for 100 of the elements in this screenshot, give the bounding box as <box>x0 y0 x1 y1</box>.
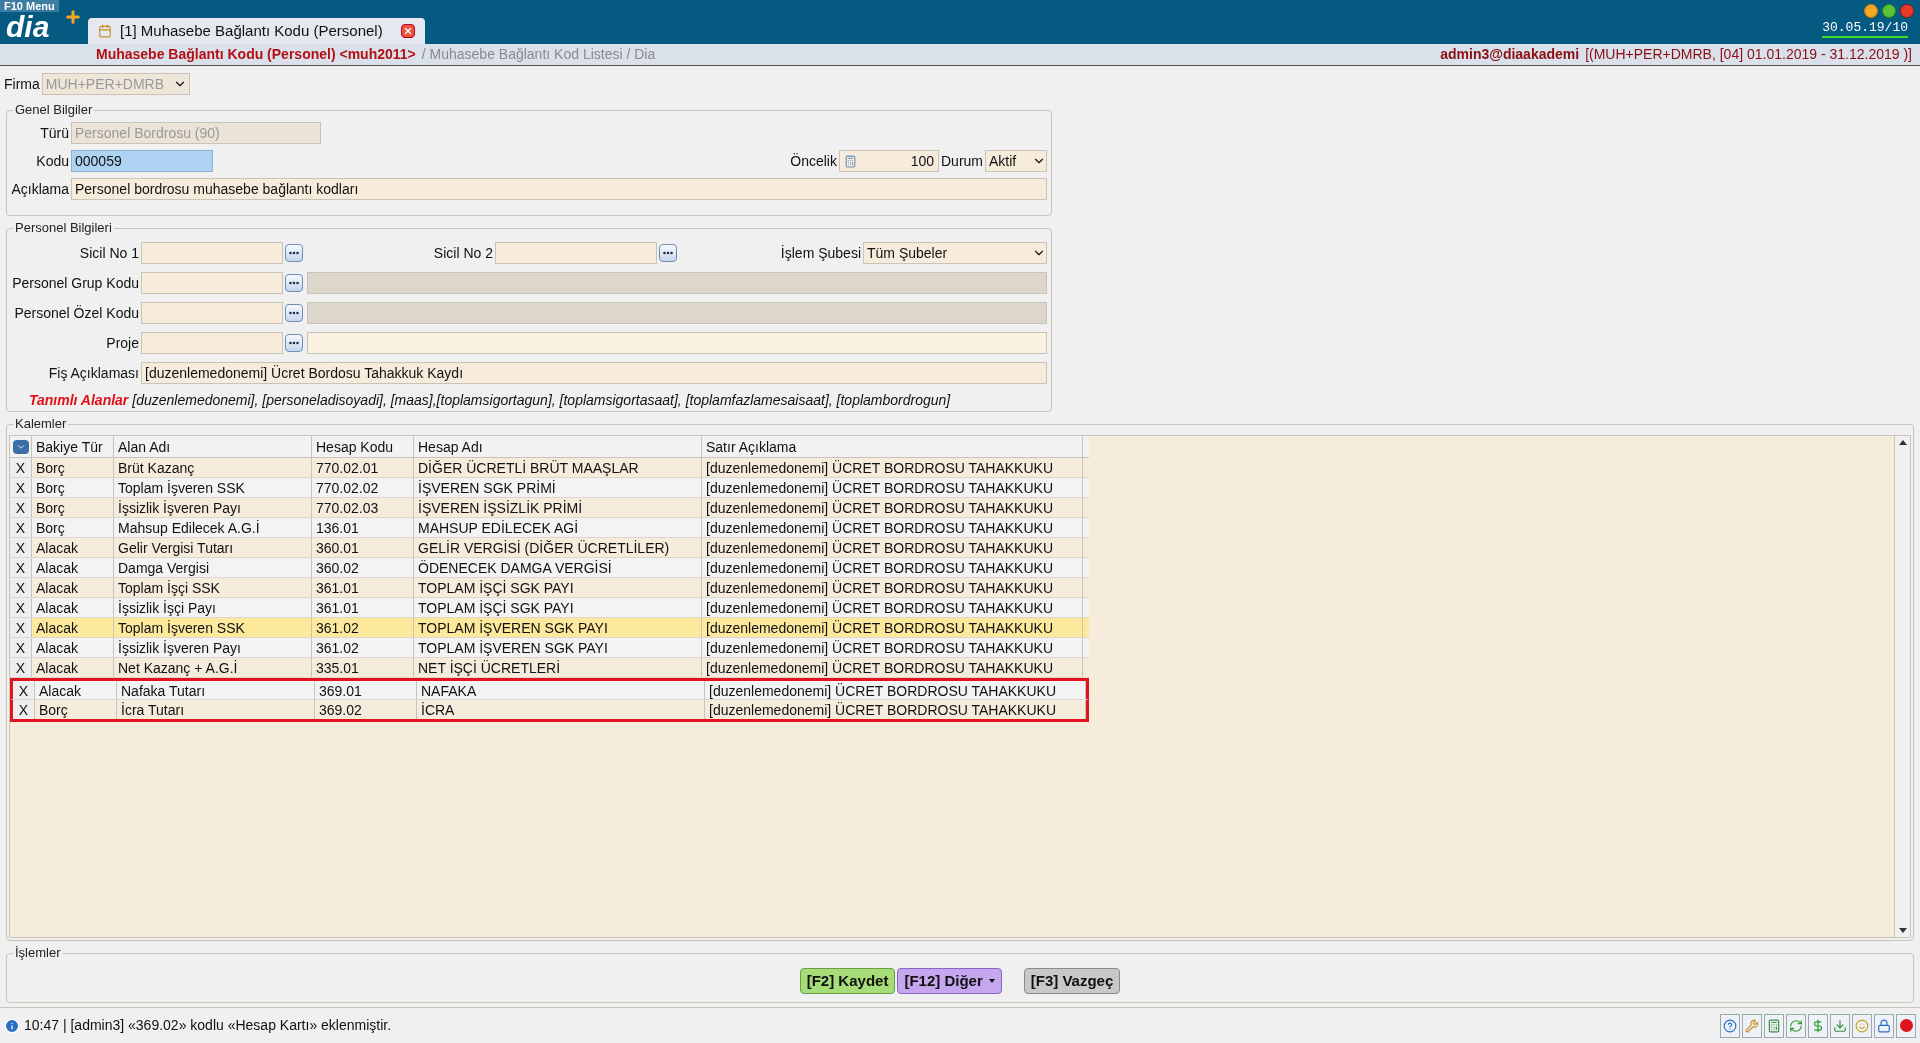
table-cell: Brüt Kazanç <box>114 458 312 477</box>
table-cell: Alacak <box>32 658 114 677</box>
refresh-icon[interactable] <box>1786 1013 1806 1038</box>
field-label: Açıklama <box>11 179 69 199</box>
column-header[interactable]: Hesap Adı <box>414 436 702 457</box>
add-icon[interactable] <box>64 8 82 26</box>
delete-cell[interactable]: X <box>10 518 32 537</box>
voucher-description-field[interactable]: [duzenlemedonemi] Ücret Bordosu Tahakkuk Kaydı <box>141 362 1047 384</box>
column-menu-button[interactable] <box>12 439 29 454</box>
download-icon[interactable] <box>1830 1013 1850 1038</box>
delete-cell[interactable]: X <box>10 618 32 637</box>
table-cell: Alacak <box>35 681 117 699</box>
table-row[interactable]: X Borç Mahsup Edilecek A.G.İ 136.01 MAHSUP EDİLECEK AGİ [duzenlemedonemi] ÜCRET BORDROSU TAHAKKUKU <box>10 518 1089 538</box>
table-cell: 136.01 <box>312 518 414 537</box>
column-header[interactable]: Bakiye Tür <box>32 436 114 457</box>
delete-cell[interactable]: X <box>10 638 32 657</box>
input-field[interactable] <box>141 272 283 294</box>
branch-dropdown[interactable]: Tüm Şubeler <box>863 242 1047 264</box>
delete-cell[interactable]: X <box>10 658 32 677</box>
field-label: Personel Özel Kodu <box>13 303 139 323</box>
table-row[interactable]: X Alacak Toplam İşçi SSK 361.01 TOPLAM İŞÇİ SGK PAYI [duzenlemedonemi] ÜCRET BORDROSU TAHAKKUKU <box>10 578 1089 598</box>
input-field[interactable] <box>495 242 657 264</box>
table-cell: Alacak <box>32 598 114 617</box>
delete-cell[interactable]: X <box>13 681 35 699</box>
close-icon[interactable] <box>400 24 415 38</box>
scroll-down-icon[interactable] <box>1898 928 1907 933</box>
table-cell: Borç <box>32 478 114 497</box>
scrollbar[interactable] <box>1894 436 1910 937</box>
lock-icon[interactable] <box>1874 1013 1894 1038</box>
menu-label[interactable]: F10 Menu <box>0 0 59 12</box>
description-field[interactable]: Personel bordrosu muhasebe bağlantı kodları <box>71 178 1047 200</box>
stop-icon[interactable] <box>1896 1013 1916 1038</box>
delete-cell[interactable]: X <box>10 538 32 557</box>
table-cell: 335.01 <box>312 658 414 677</box>
browse-button[interactable] <box>285 334 303 352</box>
table-row[interactable]: X Borç İcra Tutarı 369.02 İCRA [duzenlemedonemi] ÜCRET BORDROSU TAHAKKUKU <box>10 700 1089 722</box>
table-row[interactable]: X Alacak İşsizlik İşveren Payı 361.02 TOPLAM İŞVEREN SGK PAYI [duzenlemedonemi] ÜCRET BORDROSU TAHAKKUKU <box>10 638 1089 658</box>
status-dropdown[interactable]: Aktif <box>985 150 1047 172</box>
browse-button[interactable] <box>285 244 303 262</box>
table-cell: İcra Tutarı <box>117 700 315 719</box>
delete-cell[interactable]: X <box>10 498 32 517</box>
input-field[interactable] <box>141 242 283 264</box>
table-row[interactable]: X Alacak Toplam İşveren SSK 361.02 TOPLAM İŞVEREN SGK PAYI [duzenlemedonemi] ÜCRET BORDROSU TAHAKKUKU <box>10 618 1089 638</box>
table-cell: [duzenlemedonemi] ÜCRET BORDROSU TAHAKKUKU <box>702 638 1083 657</box>
calculator-icon[interactable] <box>1764 1013 1784 1038</box>
input-field[interactable] <box>141 332 283 354</box>
delete-cell[interactable]: X <box>10 558 32 577</box>
delete-cell[interactable]: X <box>10 598 32 617</box>
defined-fields-label: Tanımlı Alanlar <box>29 390 129 410</box>
action-button[interactable]: [F12] Diğer <box>897 968 1002 994</box>
table-cell: 361.02 <box>312 638 414 657</box>
minimize-icon[interactable] <box>1864 4 1878 18</box>
table-cell: Mahsup Edilecek A.G.İ <box>114 518 312 537</box>
dollar-icon[interactable] <box>1808 1013 1828 1038</box>
browse-button[interactable] <box>285 304 303 322</box>
browse-button[interactable] <box>285 274 303 292</box>
delete-cell[interactable]: X <box>13 700 35 719</box>
table-row[interactable]: X Alacak Nafaka Tutarı 369.01 NAFAKA [duzenlemedonemi] ÜCRET BORDROSU TAHAKKUKU <box>10 678 1089 700</box>
table-row[interactable]: X Alacak Gelir Vergisi Tutarı 360.01 GELİR VERGİSİ (DİĞER ÜCRETLİLER) [duzenlemedonemi] ÜCRET BORDROSU TAHAKKUKU <box>10 538 1089 558</box>
scroll-up-icon[interactable] <box>1898 440 1907 445</box>
field-label: Türü <box>39 123 69 143</box>
table-cell: TOPLAM İŞÇİ SGK PAYI <box>414 598 702 617</box>
column-header[interactable]: Satır Açıklama <box>702 436 1083 457</box>
table-cell: [duzenlemedonemi] ÜCRET BORDROSU TAHAKKUKU <box>702 558 1083 577</box>
delete-cell[interactable]: X <box>10 478 32 497</box>
table-row[interactable]: X Borç Toplam İşveren SSK 770.02.02 İŞVEREN SGK PRİMİ [duzenlemedonemi] ÜCRET BORDROSU TAHAKKUKU <box>10 478 1089 498</box>
table-cell: Net Kazanç + A.G.İ <box>114 658 312 677</box>
help-icon[interactable] <box>1720 1013 1740 1038</box>
table-row[interactable]: X Alacak İşsizlik İşçi Payı 361.01 TOPLAM İŞÇİ SGK PAYI [duzenlemedonemi] ÜCRET BORDROSU TAHAKKUKU <box>10 598 1089 618</box>
browse-button[interactable] <box>659 244 677 262</box>
maximize-icon[interactable] <box>1882 4 1896 18</box>
field-label: İşlem Şubesi <box>780 243 861 263</box>
action-button[interactable]: [F2] Kaydet <box>799 968 896 994</box>
table-row[interactable]: X Alacak Net Kazanç + A.G.İ 335.01 NET İŞÇİ ÜCRETLERİ [duzenlemedonemi] ÜCRET BORDROSU TAHAKKUKU <box>10 658 1089 678</box>
smiley-icon[interactable] <box>1852 1013 1872 1038</box>
table-row[interactable]: X Borç İşsizlik İşveren Payı 770.02.03 İŞVEREN İŞSİZLİK PRİMİ [duzenlemedonemi] ÜCRET BORDROSU TAHAKKUKU <box>10 498 1089 518</box>
document-tab[interactable]: [1] Muhasebe Bağlantı Kodu (Personel) <box>88 18 425 44</box>
table-cell: Borç <box>35 700 117 719</box>
table-cell: GELİR VERGİSİ (DİĞER ÜCRETLİLER) <box>414 538 702 557</box>
action-button[interactable]: [F3] Vazgeç <box>1023 968 1121 994</box>
table-cell: Alacak <box>32 578 114 597</box>
delete-cell[interactable]: X <box>10 458 32 477</box>
table-cell: [duzenlemedonemi] ÜCRET BORDROSU TAHAKKUKU <box>702 578 1083 597</box>
table-cell: [duzenlemedonemi] ÜCRET BORDROSU TAHAKKUKU <box>702 538 1083 557</box>
table-cell: NET İŞÇİ ÜCRETLERİ <box>414 658 702 677</box>
table-cell: [duzenlemedonemi] ÜCRET BORDROSU TAHAKKUKU <box>702 598 1083 617</box>
column-header[interactable]: Hesap Kodu <box>312 436 414 457</box>
description-field[interactable] <box>307 332 1047 354</box>
table-row[interactable]: X Alacak Damga Vergisi 360.02 ÖDENECEK DAMGA VERGİSİ [duzenlemedonemi] ÜCRET BORDROSU TAHAKKUKU <box>10 558 1089 578</box>
table-cell: [duzenlemedonemi] ÜCRET BORDROSU TAHAKKUKU <box>702 518 1083 537</box>
priority-field[interactable]: 100 <box>839 150 939 172</box>
table-cell: 360.02 <box>312 558 414 577</box>
code-field[interactable]: 000059 <box>71 150 213 172</box>
wrench-icon[interactable] <box>1742 1013 1762 1038</box>
delete-cell[interactable]: X <box>10 578 32 597</box>
calculator-icon <box>844 154 857 168</box>
input-field[interactable] <box>141 302 283 324</box>
table-row[interactable]: X Borç Brüt Kazanç 770.02.01 DİĞER ÜCRETLİ BRÜT MAAŞLAR [duzenlemedonemi] ÜCRET BORDROSU TAHAKKUKU <box>10 458 1089 478</box>
column-header[interactable]: Alan Adı <box>114 436 312 457</box>
table-cell: Gelir Vergisi Tutarı <box>114 538 312 557</box>
